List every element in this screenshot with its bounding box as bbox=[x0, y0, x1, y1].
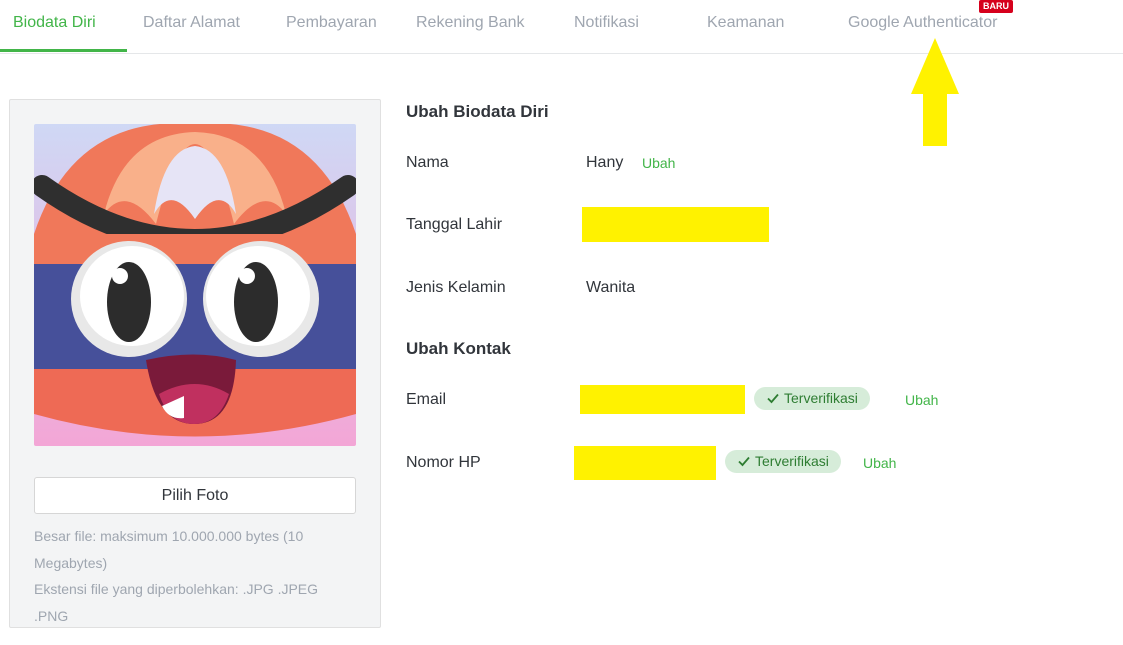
email-verified-badge: Terverifikasi bbox=[754, 387, 870, 410]
new-badge: BARU bbox=[979, 0, 1013, 13]
tab-pembayaran[interactable]: Pembayaran bbox=[286, 0, 377, 53]
email-label: Email bbox=[406, 391, 447, 408]
check-icon bbox=[767, 393, 779, 404]
active-tab-indicator bbox=[0, 49, 127, 52]
phone-verified-label: Terverifikasi bbox=[755, 453, 829, 469]
phone-value-redacted bbox=[574, 446, 716, 480]
name-value: Hany bbox=[586, 154, 624, 171]
email-verified-label: Terverifikasi bbox=[784, 390, 858, 406]
tab-notifikasi[interactable]: Notifikasi bbox=[574, 0, 639, 53]
name-label: Nama bbox=[406, 154, 449, 171]
tab-daftar-alamat[interactable]: Daftar Alamat bbox=[143, 0, 240, 53]
photo-panel: Pilih Foto Besar file: maksimum 10.000.0… bbox=[9, 99, 381, 628]
avatar[interactable] bbox=[34, 124, 356, 446]
arrow-up-icon bbox=[911, 38, 959, 146]
edit-name-link[interactable]: Ubah bbox=[642, 155, 675, 171]
contact-section-title: Ubah Kontak bbox=[406, 339, 511, 358]
edit-phone-link[interactable]: Ubah bbox=[863, 455, 896, 471]
gender-value: Wanita bbox=[586, 279, 636, 296]
email-value-redacted bbox=[580, 385, 745, 414]
file-size-note: Besar file: maksimum 10.000.000 bytes (1… bbox=[34, 528, 304, 571]
dob-value-redacted bbox=[582, 207, 769, 242]
phone-label: Nomor HP bbox=[406, 454, 481, 471]
pick-photo-button[interactable]: Pilih Foto bbox=[34, 477, 356, 514]
check-icon bbox=[738, 456, 750, 467]
biodata-section-title: Ubah Biodata Diri bbox=[406, 102, 549, 121]
phone-verified-badge: Terverifikasi bbox=[725, 450, 841, 473]
edit-email-link[interactable]: Ubah bbox=[905, 392, 938, 408]
avatar-illustration bbox=[34, 124, 356, 446]
tab-biodata-diri[interactable]: Biodata Diri bbox=[13, 0, 96, 53]
file-extension-note: Ekstensi file yang diperbolehkan: .JPG .… bbox=[34, 581, 319, 624]
gender-label: Jenis Kelamin bbox=[406, 279, 506, 296]
tab-rekening-bank[interactable]: Rekening Bank bbox=[416, 0, 525, 53]
dob-label: Tanggal Lahir bbox=[406, 216, 503, 233]
tab-keamanan[interactable]: Keamanan bbox=[707, 0, 784, 53]
